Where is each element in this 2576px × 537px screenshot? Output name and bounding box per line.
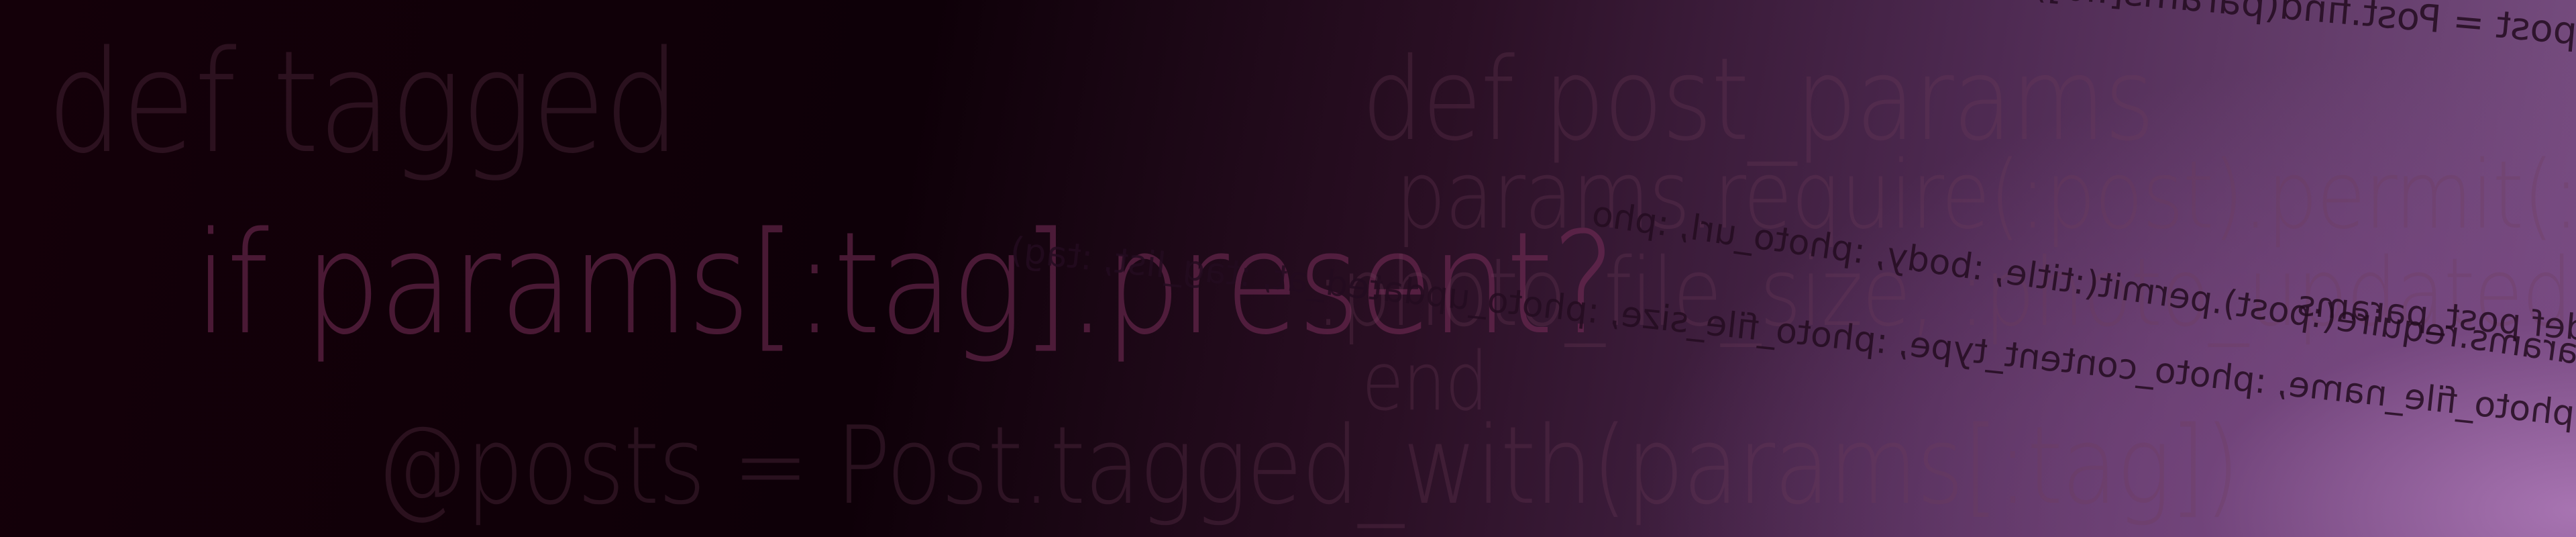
code-line-posts-tagged: @posts = Post.tagged_with(params[:tag]) xyxy=(376,403,2240,528)
code-line-def-tagged: def tagged xyxy=(47,20,680,185)
code-line-end: end xyxy=(1362,336,1489,429)
code-line-params-require: params.require(:post).permit(:title xyxy=(1395,141,2576,250)
